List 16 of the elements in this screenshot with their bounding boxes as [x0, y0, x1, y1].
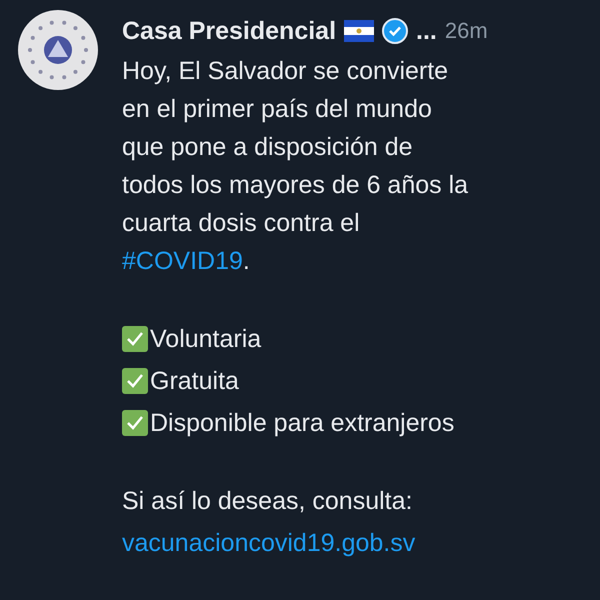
more-ellipsis: ... — [416, 16, 437, 47]
check-mark-icon — [122, 326, 148, 352]
checklist-item: Disponible para extranjeros — [150, 408, 454, 439]
website-link[interactable]: vacunacioncovid19.gob.sv — [122, 524, 488, 562]
verified-badge-icon — [382, 18, 408, 44]
flag-icon — [344, 20, 374, 42]
checklist-item: Gratuita — [150, 366, 239, 397]
tweet-text: Hoy, El Salvador se convierte en el primer país del mundo que pone a disposición de todos los mayores de 6 años la cuarta dosis contra el #COVID19. — [122, 56, 470, 277]
timestamp: 26m — [444, 17, 488, 45]
check-mark-icon — [122, 410, 148, 436]
hashtag-link[interactable]: #COVID19 — [122, 247, 243, 275]
checklist-item: Voluntaria — [150, 324, 262, 355]
closing-text: Si así lo deseas, consulta: — [122, 486, 414, 517]
check-mark-icon — [122, 368, 148, 394]
avatar-emblem-icon[interactable] — [18, 10, 98, 90]
account-name[interactable]: Casa Presidencial — [122, 12, 336, 50]
